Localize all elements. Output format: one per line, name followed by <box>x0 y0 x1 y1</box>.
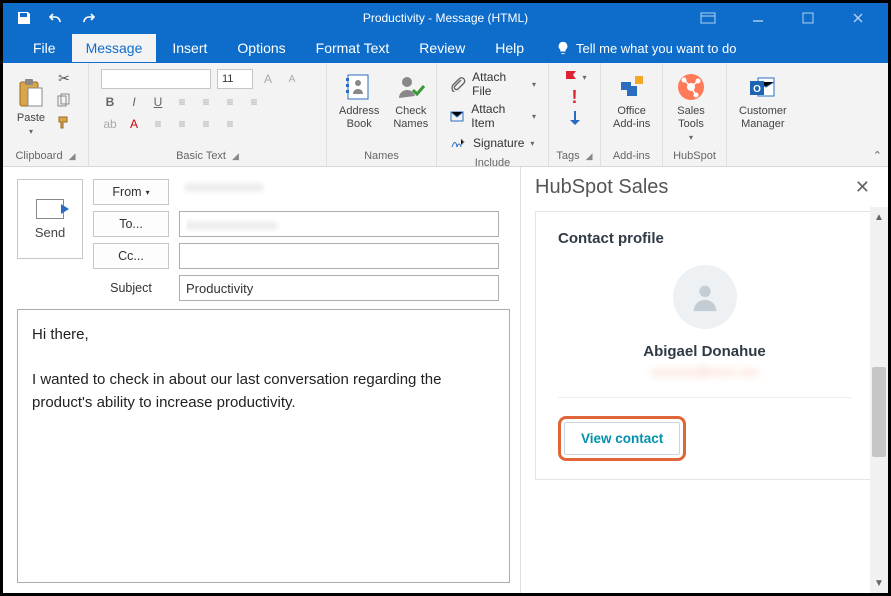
scroll-thumb[interactable] <box>872 367 886 457</box>
send-icon <box>36 199 64 219</box>
close-button[interactable] <box>838 7 878 29</box>
view-contact-highlight: View contact <box>558 416 686 461</box>
font-selector[interactable] <box>101 69 211 89</box>
contact-name: Abigael Donahue <box>558 343 851 360</box>
view-contact-button[interactable]: View contact <box>564 422 680 455</box>
signature-icon <box>449 134 467 152</box>
signature-button[interactable]: Signature▾ <box>447 133 538 153</box>
font-size-selector[interactable]: 11 <box>217 69 253 89</box>
font-color-button[interactable]: A <box>125 115 143 133</box>
check-names-button[interactable]: Check Names <box>389 69 432 133</box>
ribbon-tabs: File Message Insert Options Format Text … <box>3 33 888 63</box>
clipboard-dialog-launcher[interactable]: ◢ <box>69 151 76 162</box>
window-title: Productivity - Message (HTML) <box>363 11 528 25</box>
body-line: I wanted to check in about our last conv… <box>32 369 495 414</box>
pane-scrollbar[interactable]: ▲ ▼ <box>870 207 888 593</box>
svg-text:O: O <box>753 84 761 95</box>
scroll-down-button[interactable]: ▼ <box>870 573 888 593</box>
clipboard-icon <box>15 78 47 110</box>
tab-insert[interactable]: Insert <box>158 34 221 62</box>
office-addins-button[interactable]: Office Add-ins <box>609 69 654 133</box>
maximize-button[interactable] <box>788 7 828 29</box>
minimize-button[interactable] <box>738 7 778 29</box>
tab-review[interactable]: Review <box>405 34 479 62</box>
avatar-icon <box>673 265 737 329</box>
check-names-icon <box>395 71 427 103</box>
sales-tools-button[interactable]: Sales Tools ▾ <box>671 69 711 145</box>
follow-up-flag-button[interactable]: ▾ <box>561 69 589 85</box>
qat-redo-button[interactable] <box>75 5 101 31</box>
tab-format-text[interactable]: Format Text <box>302 34 404 62</box>
grow-font-button[interactable]: A <box>259 70 277 88</box>
format-painter-button[interactable] <box>55 113 73 131</box>
paperclip-icon <box>449 75 466 93</box>
more-align-button[interactable]: ≡ <box>221 115 239 133</box>
high-importance-button[interactable]: ! <box>570 87 580 108</box>
scroll-up-button[interactable]: ▲ <box>870 207 888 227</box>
cc-field[interactable] <box>179 243 499 269</box>
bold-button[interactable]: B <box>101 93 119 111</box>
indent-right-button[interactable]: ≡ <box>245 93 263 111</box>
attach-file-button[interactable]: Attach File▾ <box>447 69 538 99</box>
tell-me-search[interactable]: Tell me what you want to do <box>548 37 744 60</box>
basictext-dialog-launcher[interactable]: ◢ <box>232 151 239 162</box>
highlight-button[interactable]: ab <box>101 115 119 133</box>
numbering-button[interactable]: ≡ <box>197 93 215 111</box>
copy-button[interactable] <box>55 91 73 109</box>
ribbon-display-options-button[interactable] <box>688 7 728 29</box>
hubspot-icon <box>675 71 707 103</box>
contact-profile-card: Contact profile Abigael Donahue xxxxxxx@… <box>535 211 874 480</box>
from-button[interactable]: From▾ <box>93 179 169 205</box>
align-right-button[interactable]: ≡ <box>197 115 215 133</box>
underline-button[interactable]: U <box>149 93 167 111</box>
contact-profile-heading: Contact profile <box>558 230 851 247</box>
hubspot-pane-title: HubSpot Sales <box>535 176 668 199</box>
message-body[interactable]: Hi there, I wanted to check in about our… <box>17 309 510 583</box>
hubspot-pane-close-button[interactable]: ✕ <box>851 173 874 202</box>
office-addins-icon <box>616 71 648 103</box>
hubspot-sales-pane: HubSpot Sales ✕ Contact profile Abigael … <box>520 167 888 593</box>
subject-field[interactable] <box>179 275 499 301</box>
customer-manager-button[interactable]: O Customer Manager <box>735 69 791 133</box>
bullets-button[interactable]: ≡ <box>173 93 191 111</box>
shrink-font-button[interactable]: A <box>283 70 301 88</box>
align-center-button[interactable]: ≡ <box>173 115 191 133</box>
low-importance-button[interactable] <box>566 110 584 126</box>
indent-left-button[interactable]: ≡ <box>221 93 239 111</box>
tab-help[interactable]: Help <box>481 34 538 62</box>
attach-item-button[interactable]: Attach Item▾ <box>447 101 538 131</box>
cc-button[interactable]: Cc... <box>93 243 169 269</box>
tab-options[interactable]: Options <box>223 34 299 62</box>
qat-undo-button[interactable] <box>43 5 69 31</box>
cut-button[interactable]: ✂ <box>55 69 73 87</box>
to-field[interactable] <box>179 211 499 237</box>
ribbon: Paste ▾ ✂ Clipboard◢ 11 A A <box>3 63 888 167</box>
address-book-button[interactable]: Address Book <box>335 69 383 133</box>
contact-email: xxxxxxx@xxxx.xxx <box>558 364 851 379</box>
address-book-icon <box>343 71 375 103</box>
subject-label: Subject <box>93 281 169 295</box>
from-field[interactable]: xxxxxxxxxxxx <box>179 179 499 205</box>
tab-message[interactable]: Message <box>72 34 157 62</box>
tags-dialog-launcher[interactable]: ◢ <box>586 151 593 162</box>
title-bar: Productivity - Message (HTML) <box>3 3 888 33</box>
tab-file[interactable]: File <box>19 34 70 62</box>
align-left-button[interactable]: ≡ <box>149 115 167 133</box>
tell-me-label: Tell me what you want to do <box>576 41 736 56</box>
to-button[interactable]: To... <box>93 211 169 237</box>
outlook-icon: O <box>747 71 779 103</box>
italic-button[interactable]: I <box>125 93 143 111</box>
collapse-ribbon-button[interactable]: ⌃ <box>873 149 882 162</box>
compose-area: Send From▾ xxxxxxxxxxxx To... Cc... <box>3 167 520 593</box>
send-button[interactable]: Send <box>17 179 83 259</box>
paste-button[interactable]: Paste ▾ <box>11 67 51 148</box>
attach-item-icon <box>449 107 465 125</box>
qat-save-button[interactable] <box>11 5 37 31</box>
body-line: Hi there, <box>32 324 495 347</box>
